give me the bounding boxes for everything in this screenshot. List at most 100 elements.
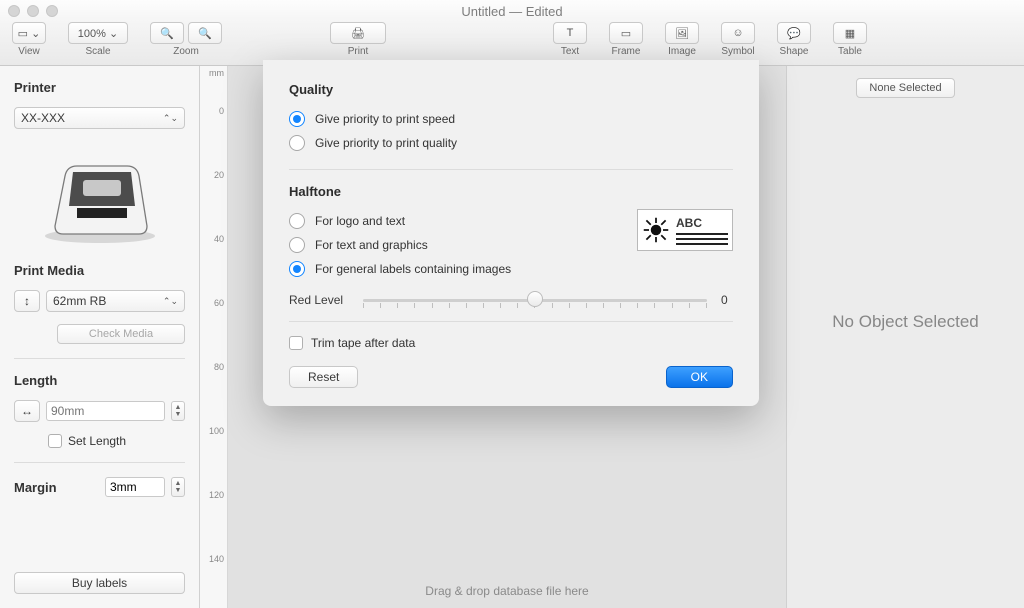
halftone-logo-radio[interactable]: [289, 213, 305, 229]
ruler-tick: 60: [204, 298, 224, 308]
ruler-tick: 140: [204, 554, 224, 564]
length-input[interactable]: [46, 401, 165, 421]
scale-select[interactable]: 100% ⌄: [68, 22, 128, 44]
print-options-sheet: Quality Give priority to print speed Giv…: [263, 60, 759, 406]
printer-illustration: [14, 141, 185, 251]
divider: [14, 358, 185, 359]
window-traffic-lights: [8, 5, 58, 17]
print-media-header: Print Media: [14, 263, 185, 278]
view-label: View: [18, 46, 40, 57]
table-tool-button[interactable]: ▦: [833, 22, 867, 44]
reset-button[interactable]: Reset: [289, 366, 358, 388]
zoom-label: Zoom: [173, 46, 199, 57]
selection-indicator-button[interactable]: None Selected: [856, 78, 954, 98]
text-tool-button[interactable]: T: [553, 22, 587, 44]
printer-icon: 🖨: [351, 27, 365, 40]
symbol-label: Symbol: [721, 46, 754, 57]
table-label: Table: [838, 46, 862, 57]
image-label: Image: [668, 46, 696, 57]
close-window-icon[interactable]: [8, 5, 20, 17]
ruler-tick: 120: [204, 490, 224, 500]
halftone-logo-label: For logo and text: [315, 214, 405, 228]
left-sidebar: Printer XX-XXX ⌃⌄ Print Media ↕ 62mm RB …: [0, 66, 200, 608]
quality-speed-label: Give priority to print speed: [315, 112, 455, 126]
right-inspector: None Selected No Object Selected: [786, 66, 1024, 608]
frame-icon: ▭: [621, 27, 631, 40]
set-length-checkbox[interactable]: [48, 434, 62, 448]
text-icon: T: [567, 27, 574, 39]
red-level-value: 0: [721, 293, 733, 307]
halftone-preview: ABC: [637, 209, 733, 251]
check-media-button[interactable]: Check Media: [57, 324, 185, 344]
halftone-textgraphics-radio[interactable]: [289, 237, 305, 253]
vertical-ruler: mm 0 20 40 60 80 100 120 140: [200, 66, 228, 608]
media-select-value: 62mm RB: [53, 294, 106, 308]
ruler-tick: 80: [204, 362, 224, 372]
quality-speed-radio[interactable]: [289, 111, 305, 127]
margin-input[interactable]: [105, 477, 165, 497]
symbol-tool-button[interactable]: ☺: [721, 22, 755, 44]
minimize-window-icon[interactable]: [27, 5, 39, 17]
image-icon: 🖼: [675, 27, 689, 40]
printer-select[interactable]: XX-XXX ⌃⌄: [14, 107, 185, 129]
canvas-drag-hint: Drag & drop database file here: [228, 584, 786, 598]
print-label: Print: [348, 46, 369, 57]
view-button[interactable]: ▭ ⌄: [12, 22, 46, 44]
image-tool-button[interactable]: 🖼: [665, 22, 699, 44]
length-header: Length: [14, 373, 185, 388]
ruler-unit: mm: [209, 68, 224, 78]
media-orientation-button[interactable]: ↕: [14, 290, 40, 312]
print-button[interactable]: 🖨: [330, 22, 386, 44]
media-select[interactable]: 62mm RB ⌃⌄: [46, 290, 185, 312]
quality-quality-radio[interactable]: [289, 135, 305, 151]
divider: [289, 169, 733, 170]
trim-tape-label: Trim tape after data: [311, 336, 415, 350]
leftright-arrow-icon: ↔: [21, 404, 33, 418]
zoom-out-button[interactable]: 🔍: [150, 22, 184, 44]
table-icon: ▦: [845, 27, 855, 40]
quality-quality-label: Give priority to print quality: [315, 136, 457, 150]
sunflower-icon: [642, 216, 670, 244]
frame-label: Frame: [612, 46, 641, 57]
red-level-slider[interactable]: [363, 293, 707, 307]
text-label: Text: [561, 46, 579, 57]
halftone-textgraphics-label: For text and graphics: [315, 238, 428, 252]
length-direction-button[interactable]: ↔: [14, 400, 40, 422]
frame-tool-button[interactable]: ▭: [609, 22, 643, 44]
halftone-general-label: For general labels containing images: [315, 262, 511, 276]
zoom-in-button[interactable]: 🔍: [188, 22, 222, 44]
halftone-header: Halftone: [289, 184, 733, 199]
ruler-tick: 100: [204, 426, 224, 436]
zoom-window-icon[interactable]: [46, 5, 58, 17]
window-title: Untitled — Edited: [461, 4, 562, 19]
ruler-tick: 0: [204, 106, 224, 116]
divider: [289, 321, 733, 322]
zoom-in-icon: 🔍: [198, 27, 212, 40]
set-length-label: Set Length: [68, 434, 126, 448]
ruler-tick: 40: [204, 234, 224, 244]
halftone-general-radio[interactable]: [289, 261, 305, 277]
slider-thumb-icon[interactable]: [527, 291, 543, 307]
chevron-updown-icon: ⌃⌄: [163, 296, 178, 307]
ruler-tick: 20: [204, 170, 224, 180]
symbol-icon: ☺: [732, 27, 743, 39]
shape-tool-button[interactable]: 💬: [777, 22, 811, 44]
scale-label: Scale: [85, 46, 110, 57]
margin-label: Margin: [14, 480, 99, 495]
updown-arrow-icon: ↕: [24, 294, 30, 308]
printer-select-value: XX-XXX: [21, 111, 65, 125]
margin-stepper[interactable]: ▲▼: [171, 477, 185, 497]
titlebar: Untitled — Edited: [0, 0, 1024, 22]
red-level-label: Red Level: [289, 293, 349, 307]
chevron-updown-icon: ⌃⌄: [163, 113, 178, 124]
ok-button[interactable]: OK: [666, 366, 733, 388]
preview-text: ABC: [676, 216, 728, 230]
shape-label: Shape: [780, 46, 809, 57]
length-stepper[interactable]: ▲▼: [171, 401, 185, 421]
zoom-out-icon: 🔍: [160, 27, 174, 40]
divider: [14, 462, 185, 463]
trim-tape-checkbox[interactable]: [289, 336, 303, 350]
buy-labels-button[interactable]: Buy labels: [14, 572, 185, 594]
no-object-label: No Object Selected: [832, 312, 978, 332]
printer-header: Printer: [14, 80, 185, 95]
